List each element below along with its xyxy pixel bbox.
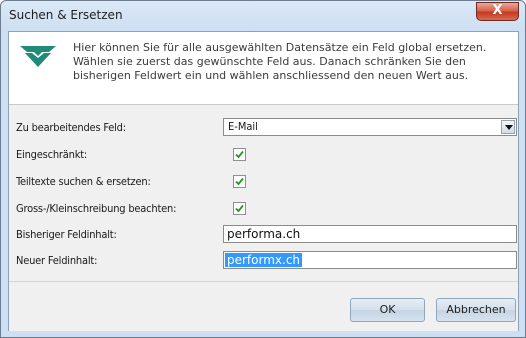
- field-select[interactable]: E-Mail: [223, 118, 517, 136]
- partial-text-label: Teiltexte suchen & ersetzen:: [16, 175, 151, 188]
- field-label: Zu bearbeitendes Feld:: [16, 121, 126, 134]
- checkmark-icon: [235, 204, 244, 213]
- brand-logo-icon: [20, 46, 56, 67]
- case-sensitive-checkbox[interactable]: [233, 202, 246, 215]
- new-value-text: performx.ch: [225, 253, 303, 267]
- partial-text-checkbox[interactable]: [233, 175, 246, 188]
- title-bar[interactable]: Suchen & Ersetzen X: [1, 1, 525, 29]
- old-value-label: Bisheriger Feldinhalt:: [16, 228, 117, 241]
- old-value-input[interactable]: performa.ch: [223, 225, 517, 243]
- new-value-label: Neuer Feldinhalt:: [16, 254, 98, 267]
- description-text: Hier können Sie für alle ausgewählten Da…: [73, 41, 487, 82]
- info-header: Hier können Sie für alle ausgewählten Da…: [9, 32, 518, 105]
- case-sensitive-label: Gross-/Kleinschreibung beachten:: [16, 202, 177, 215]
- button-bar: OK Abbrechen: [9, 281, 518, 331]
- restricted-label: Eingeschränkt:: [16, 148, 88, 161]
- chevron-down-icon[interactable]: [501, 120, 515, 134]
- close-button[interactable]: X: [476, 2, 519, 21]
- close-icon: X: [492, 3, 503, 18]
- field-select-value: E-Mail: [228, 120, 258, 133]
- restricted-checkbox[interactable]: [233, 148, 246, 161]
- window-title: Suchen & Ersetzen: [9, 8, 123, 22]
- checkmark-icon: [235, 177, 244, 186]
- new-value-input[interactable]: performx.ch: [223, 251, 517, 269]
- ok-button[interactable]: OK: [350, 298, 425, 322]
- dialog-content: Hier können Sie für alle ausgewählten Da…: [8, 31, 519, 331]
- checkmark-icon: [235, 150, 244, 159]
- cancel-button[interactable]: Abbrechen: [436, 298, 516, 322]
- dialog-window: Suchen & Ersetzen X Hier können Sie für …: [0, 0, 526, 338]
- old-value-text: performa.ch: [227, 227, 301, 241]
